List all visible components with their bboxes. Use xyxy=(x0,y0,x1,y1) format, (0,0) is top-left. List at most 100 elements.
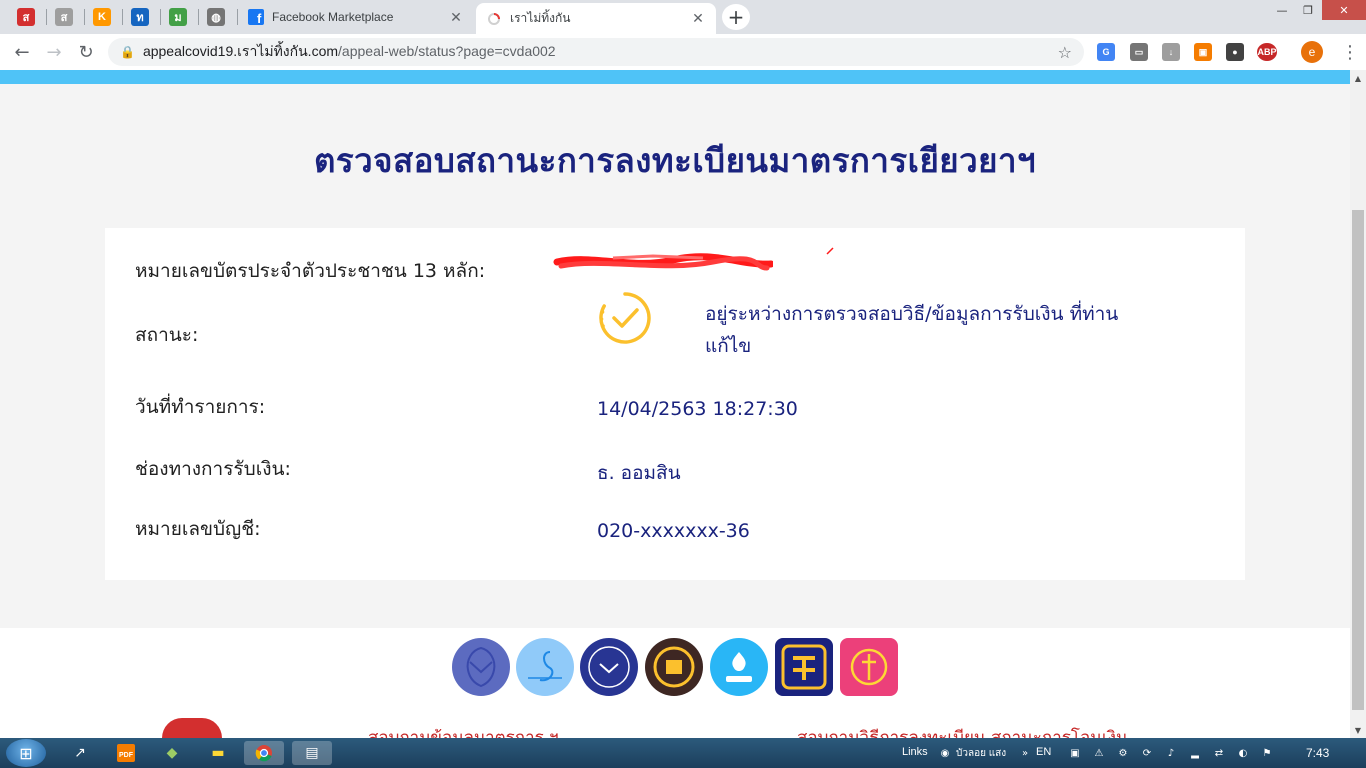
baac-logo xyxy=(775,638,833,696)
footer-heart-image xyxy=(162,718,222,738)
pinned-tab-5[interactable]: ◍ xyxy=(198,3,234,31)
url-text: appealcovid19.เราไม่ทิ้งกัน.com/appeal-w… xyxy=(143,41,1058,63)
translate-icon[interactable]: G xyxy=(1097,43,1115,61)
tab-raomaitingkan[interactable]: เราไม่ทิ้งกัน ✕ xyxy=(476,3,716,34)
signal-icon[interactable]: ▂ xyxy=(1188,746,1202,760)
status-value: อยู่ระหว่างการตรวจสอบวิธี/ข้อมูลการรับเง… xyxy=(705,303,1119,357)
chat-icon[interactable]: ▭ xyxy=(1130,43,1148,61)
flag-icon[interactable]: ⚑ xyxy=(1260,746,1274,760)
update-icon[interactable]: ◐ xyxy=(1236,746,1250,760)
footer-link-measures[interactable]: สอบถามข้อมูลมาตรการ ฯ xyxy=(368,724,559,738)
k-logo-icon: K xyxy=(93,8,111,26)
pinned-tab-3[interactable]: ท xyxy=(122,3,158,31)
start-button[interactable]: ⊞ xyxy=(6,739,46,767)
scroll-thumb[interactable] xyxy=(1352,210,1364,710)
profile-avatar[interactable]: e xyxy=(1301,41,1323,63)
reload-button[interactable]: ↻ xyxy=(72,38,100,66)
arrow-right-icon: → xyxy=(46,41,62,63)
windows-taskbar: ⊞ ↗ PDF ◆ ▬ ▤ Links ◉ บัวลอย แสง » EN ▣ … xyxy=(0,738,1366,768)
browser-menu-button[interactable]: ⋮ xyxy=(1336,38,1364,66)
connection-icon[interactable]: ⇄ xyxy=(1212,746,1226,760)
network-icon[interactable]: ▣ xyxy=(1068,746,1082,760)
screenshot-icon[interactable]: ▣ xyxy=(1194,43,1212,61)
id-label: หมายเลขบัตรประจำตัวประชาชน 13 หลัก: xyxy=(135,260,486,282)
eyes-icon[interactable]: ● xyxy=(1226,43,1244,61)
taskbar-app-arrow[interactable]: ↗ xyxy=(60,741,100,765)
chrome-tray-icon[interactable]: ◉ xyxy=(938,746,952,760)
krungthai-logo xyxy=(710,638,768,696)
links-toolbar[interactable]: Links xyxy=(902,746,928,758)
download-icon[interactable]: ↓ xyxy=(1162,43,1180,61)
chevron-right-icon[interactable]: » xyxy=(1018,746,1032,760)
svg-text:PDF: PDF xyxy=(119,752,134,759)
partner-logos xyxy=(0,628,1350,708)
status-card: หมายเลขบัตรประจำตัวประชาชน 13 หลัก: สถาน… xyxy=(105,228,1245,580)
tab-facebook-marketplace[interactable]: f Facebook Marketplace ✕ xyxy=(238,3,474,31)
globe-icon: ◍ xyxy=(207,8,225,26)
arrow-app-icon: ↗ xyxy=(74,745,86,761)
tab-title: เราไม่ทิ้งกัน xyxy=(510,11,571,25)
pinned-tab-0[interactable]: ส xyxy=(8,3,44,31)
scroll-up-icon[interactable]: ▲ xyxy=(1350,70,1366,86)
svg-text:f: f xyxy=(257,11,262,25)
status-label: สถานะ: xyxy=(135,324,199,346)
scroll-down-icon[interactable]: ▼ xyxy=(1350,722,1366,738)
channel-label: ช่องทางการรับเงิน: xyxy=(135,458,291,480)
pdf-icon: PDF xyxy=(117,744,135,762)
footer-link-registration[interactable]: สอบถามวิธีการลงทะเบียน สถานะการโอนเงิน xyxy=(797,724,1128,738)
volume-icon[interactable]: ♪ xyxy=(1164,746,1178,760)
account-value: 020-xxxxxxx-36 xyxy=(597,520,750,542)
comptroller-garuda-logo xyxy=(452,638,510,696)
taskbar-app-pdf[interactable]: PDF xyxy=(106,741,146,765)
account-label: หมายเลขบัญชี: xyxy=(135,518,261,540)
thai-news-icon: ท xyxy=(131,8,149,26)
swan-logo xyxy=(516,638,574,696)
tab-close-icon[interactable]: ✕ xyxy=(448,9,464,25)
arrow-left-icon: ← xyxy=(14,41,30,63)
page-viewport: ตรวจสอบสถานะการลงทะเบียนมาตรการเยียวยาฯ … xyxy=(0,70,1350,738)
security-icon[interactable]: ⚠ xyxy=(1092,746,1106,760)
tab-strip: ส ส K ท ม ◍ f Facebook Marketplace ✕ เรา… xyxy=(0,0,1366,34)
windows-logo-icon: ⊞ xyxy=(19,743,33,763)
user-label[interactable]: บัวลอย แสง xyxy=(956,746,1006,761)
more-vertical-icon: ⋮ xyxy=(1341,41,1359,63)
check-circle-icon xyxy=(599,292,651,344)
browser-toolbar: ← → ↻ 🔒 appealcovid19.เราไม่ทิ้งกัน.com/… xyxy=(0,34,1366,70)
redaction-mark xyxy=(826,247,834,255)
taskbar-app-media[interactable]: ◆ xyxy=(152,741,192,765)
taskbar-app-chrome[interactable] xyxy=(244,741,284,765)
sync-icon[interactable]: ⟳ xyxy=(1140,746,1154,760)
notepad-icon: ▤ xyxy=(305,745,319,761)
usb-icon[interactable]: ⚙ xyxy=(1116,746,1130,760)
forward-button[interactable]: → xyxy=(40,38,68,66)
page-scrollbar[interactable]: ▲ ▼ xyxy=(1350,70,1366,738)
loading-icon xyxy=(486,11,502,27)
footer-row: สอบถามข้อมูลมาตรการ ฯ สอบถามวิธีการลงทะเ… xyxy=(0,708,1350,738)
tab-close-icon[interactable]: ✕ xyxy=(690,10,706,27)
taskbar-app-notepad[interactable]: ▤ xyxy=(292,741,332,765)
taskbar-app-explorer[interactable]: ▬ xyxy=(198,741,238,765)
close-window-button[interactable]: ✕ xyxy=(1322,0,1366,20)
address-bar[interactable]: 🔒 appealcovid19.เราไม่ทิ้งกัน.com/appeal… xyxy=(108,38,1084,66)
header-band xyxy=(0,70,1350,84)
bookmark-star-icon[interactable]: ☆ xyxy=(1058,43,1072,62)
ministry-of-finance-logo xyxy=(580,638,638,696)
clock[interactable]: 7:43 xyxy=(1306,746,1329,760)
lock-icon: 🔒 xyxy=(120,45,135,59)
date-value: 14/04/2563 18:27:30 xyxy=(597,398,798,420)
back-button[interactable]: ← xyxy=(8,38,36,66)
new-tab-button[interactable]: + xyxy=(722,4,750,30)
minimize-button[interactable]: — xyxy=(1268,0,1296,20)
page-title: ตรวจสอบสถานะการลงทะเบียนมาตรการเยียวยาฯ xyxy=(313,141,1037,180)
pinned-tab-4[interactable]: ม xyxy=(160,3,196,31)
pinned-tab-2[interactable]: K xyxy=(84,3,120,31)
pinned-tab-1[interactable]: ส xyxy=(46,3,82,31)
tab-title: Facebook Marketplace xyxy=(272,10,394,24)
media-player-icon: ◆ xyxy=(166,745,178,761)
link-icon: ส xyxy=(55,8,73,26)
restore-button[interactable]: ❐ xyxy=(1294,0,1322,20)
seal-gold-logo xyxy=(645,638,703,696)
adblock-icon[interactable]: ABP xyxy=(1257,43,1277,61)
language-indicator[interactable]: EN xyxy=(1036,746,1051,758)
folder-icon: ▬ xyxy=(211,745,225,761)
